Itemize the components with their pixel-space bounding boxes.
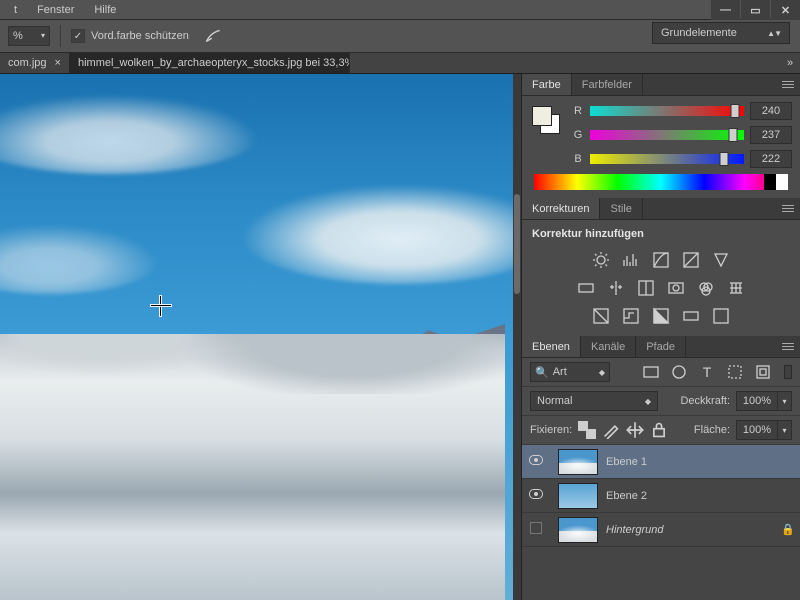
color-lookup-icon[interactable] (727, 279, 745, 297)
filter-type-icon[interactable]: T (698, 363, 716, 381)
search-icon: 🔍 (535, 366, 549, 379)
lock-icon: 🔒 (776, 523, 800, 536)
foreground-swatch[interactable] (532, 106, 552, 126)
menu-bar: t Fenster Hilfe — ▭ ✕ (0, 0, 800, 20)
layer-thumbnail[interactable] (558, 483, 598, 509)
brightness-contrast-icon[interactable] (592, 251, 610, 269)
vertical-scrollbar[interactable] (513, 74, 521, 600)
adjustments-panel: Korrektur hinzufügen (522, 220, 800, 336)
document-tab[interactable]: com.jpg× (0, 53, 70, 73)
adjustments-title: Korrektur hinzufügen (530, 226, 792, 246)
g-value[interactable]: 237 (750, 126, 792, 144)
black-white-icon[interactable] (637, 279, 655, 297)
invert-icon[interactable] (592, 307, 610, 325)
tab-pfade[interactable]: Pfade (636, 336, 686, 357)
menu-item-hilfe[interactable]: Hilfe (84, 4, 126, 16)
panel-menu-icon[interactable] (780, 340, 796, 352)
menu-item-fenster[interactable]: Fenster (27, 4, 84, 16)
visibility-toggle[interactable] (522, 455, 550, 468)
tab-ebenen[interactable]: Ebenen (522, 336, 581, 357)
curves-icon[interactable] (652, 251, 670, 269)
layer-filter-dropdown[interactable]: 🔍Art◆ (530, 362, 610, 382)
channel-mixer-icon[interactable] (697, 279, 715, 297)
layer-name[interactable]: Hintergrund (606, 524, 776, 536)
color-spectrum[interactable] (534, 174, 788, 190)
layers-panel: 🔍Art◆ T Normal◆ Deckkraft: 100%▾ Fixiere… (522, 358, 800, 547)
selective-color-icon[interactable] (712, 307, 730, 325)
layer-thumbnail[interactable] (558, 517, 598, 543)
threshold-icon[interactable] (652, 307, 670, 325)
filter-smart-icon[interactable] (754, 363, 772, 381)
exposure-icon[interactable] (682, 251, 700, 269)
document-tab[interactable]: himmel_wolken_by_archaeopteryx_stocks.jp… (70, 53, 350, 73)
canvas-area[interactable] (0, 74, 521, 600)
fill-value[interactable]: 100% (736, 420, 778, 440)
window-minimize-button[interactable]: — (711, 0, 740, 20)
opacity-stepper[interactable]: ▾ (778, 391, 792, 411)
visibility-toggle[interactable] (522, 522, 550, 537)
layer-list: Ebene 1 Ebene 2 Hintergrund 🔒 (522, 445, 800, 547)
g-label: G (572, 129, 584, 141)
right-panel-dock: Farbe Farbfelder R 240 G 237 B 222 Korrektu… (521, 74, 800, 600)
tab-korrekturen[interactable]: Korrekturen (522, 198, 600, 219)
filter-adjustment-icon[interactable] (670, 363, 688, 381)
photo-filter-icon[interactable] (667, 279, 685, 297)
eye-icon (529, 489, 543, 499)
window-close-button[interactable]: ✕ (771, 0, 800, 20)
color-balance-icon[interactable] (607, 279, 625, 297)
color-panel: R 240 G 237 B 222 (522, 96, 800, 198)
g-slider[interactable] (590, 130, 744, 140)
options-bar: %▾ ✓ Vord.farbe schützen Grundelemente▲▼ (0, 20, 800, 52)
r-slider[interactable] (590, 106, 744, 116)
hue-saturation-icon[interactable] (577, 279, 595, 297)
panel-menu-icon[interactable] (780, 78, 796, 90)
protect-foreground-label: Vord.farbe schützen (91, 30, 189, 42)
lock-all-icon[interactable] (650, 421, 668, 439)
option-percent-field[interactable]: %▾ (8, 26, 50, 46)
lock-transparent-icon[interactable] (578, 421, 596, 439)
window-maximize-button[interactable]: ▭ (741, 0, 770, 20)
blend-mode-dropdown[interactable]: Normal◆ (530, 391, 658, 411)
menu-item-cut[interactable]: t (4, 4, 27, 16)
fill-label: Fläche: (694, 424, 730, 436)
filter-shape-icon[interactable] (726, 363, 744, 381)
panel-menu-icon[interactable] (780, 202, 796, 214)
tab-farbe[interactable]: Farbe (522, 74, 572, 95)
lock-label: Fixieren: (530, 424, 572, 436)
airbrush-icon[interactable] (203, 26, 223, 46)
layer-row[interactable]: Ebene 1 (522, 445, 800, 479)
tab-kanaele[interactable]: Kanäle (581, 336, 636, 357)
tab-farbfelder[interactable]: Farbfelder (572, 74, 643, 95)
posterize-icon[interactable] (622, 307, 640, 325)
vibrance-icon[interactable] (712, 251, 730, 269)
b-slider[interactable] (590, 154, 744, 164)
tab-overflow-icon[interactable]: » (780, 53, 800, 73)
tab-stile[interactable]: Stile (600, 198, 642, 219)
r-value[interactable]: 240 (750, 102, 792, 120)
b-label: B (572, 153, 584, 165)
fill-stepper[interactable]: ▾ (778, 420, 792, 440)
layer-thumbnail[interactable] (558, 449, 598, 475)
lock-pixels-icon[interactable] (602, 421, 620, 439)
eye-icon (529, 455, 543, 465)
lock-position-icon[interactable] (626, 421, 644, 439)
visibility-toggle[interactable] (522, 489, 550, 502)
filter-pixel-icon[interactable] (642, 363, 660, 381)
b-value[interactable]: 222 (750, 150, 792, 168)
levels-icon[interactable] (622, 251, 640, 269)
layer-name[interactable]: Ebene 2 (606, 490, 800, 502)
layer-row[interactable]: Hintergrund 🔒 (522, 513, 800, 547)
layer-row[interactable]: Ebene 2 (522, 479, 800, 513)
document-tab-bar: com.jpg× himmel_wolken_by_archaeopteryx_… (0, 52, 800, 74)
opacity-label: Deckkraft: (680, 395, 730, 407)
workspace-dropdown[interactable]: Grundelemente▲▼ (652, 22, 790, 44)
layer-name[interactable]: Ebene 1 (606, 456, 800, 468)
r-label: R (572, 105, 584, 117)
opacity-value[interactable]: 100% (736, 391, 778, 411)
tab-close-icon[interactable]: × (55, 57, 61, 69)
protect-foreground-checkbox[interactable]: ✓ (71, 29, 85, 43)
gradient-map-icon[interactable] (682, 307, 700, 325)
filter-toggle[interactable] (784, 365, 792, 379)
